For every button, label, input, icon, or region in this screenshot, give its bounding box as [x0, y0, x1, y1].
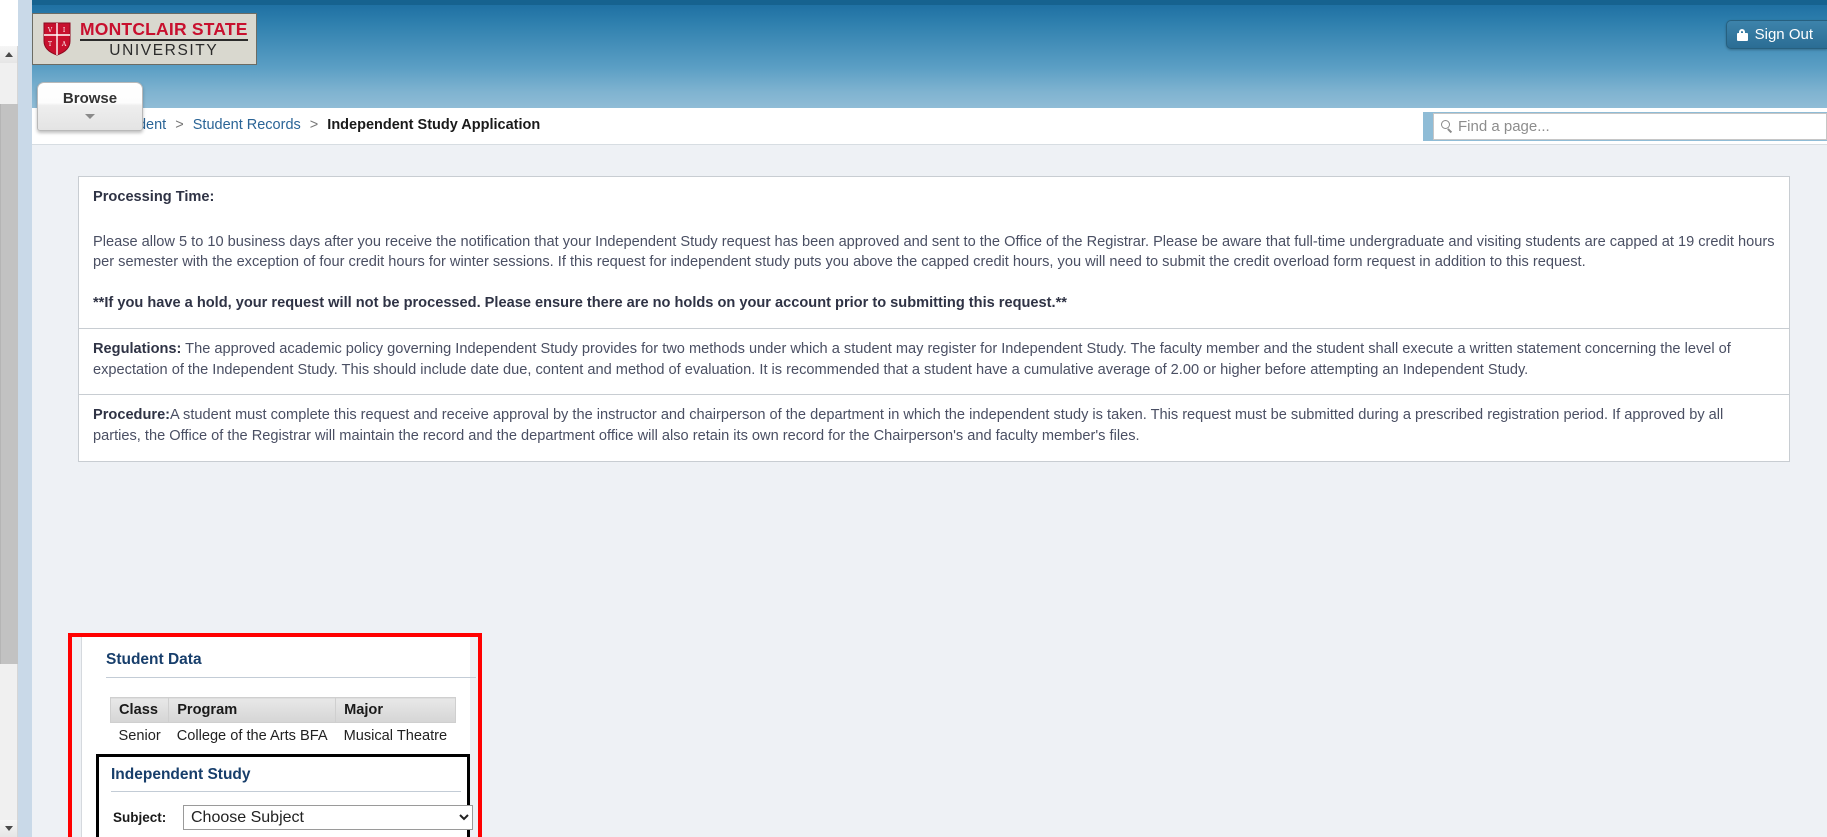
student-data-table: Class Program Major Senior College of th… — [109, 697, 456, 750]
browser-page: V I T A MONTCLAIR STATE UNIVERSITY Sign … — [0, 0, 1827, 837]
svg-text:A: A — [61, 41, 67, 48]
table-row: Senior College of the Arts BFA Musical T… — [111, 723, 456, 750]
procedure-paragraph: Procedure:A student must complete this r… — [93, 405, 1775, 446]
regulations-block: Regulations: The approved academic polic… — [79, 327, 1789, 394]
regulations-heading: Regulations: — [93, 340, 182, 357]
procedure-heading: Procedure: — [93, 407, 171, 424]
page-body: Processing Time: Please allow 5 to 10 bu… — [32, 145, 1827, 837]
sign-out-button[interactable]: Sign Out — [1725, 20, 1827, 49]
subject-select[interactable]: Choose Subject — [183, 805, 473, 830]
svg-text:T: T — [48, 41, 52, 48]
svg-text:V: V — [47, 27, 53, 34]
table-header-row: Class Program Major — [109, 697, 456, 723]
breadcrumb-separator: > — [309, 117, 319, 133]
caret-down-icon[interactable] — [85, 114, 95, 119]
breadcrumb-item-current: Independent Study Application — [327, 117, 541, 133]
processing-time-paragraph: Please allow 5 to 10 business days after… — [93, 233, 1775, 271]
sign-out-label: Sign Out — [1754, 26, 1813, 43]
breadcrumb-bar: Home > Student > Student Records > Indep… — [18, 108, 1827, 145]
regulations-paragraph: Regulations: The approved academic polic… — [93, 339, 1775, 380]
breadcrumb-separator: > — [175, 117, 184, 133]
hold-warning-note: **If you have a hold, your request will … — [93, 295, 1067, 312]
site-banner: V I T A MONTCLAIR STATE UNIVERSITY Sign … — [18, 0, 1827, 108]
lock-icon — [1736, 28, 1748, 41]
student-form-panel: Student Data Class Program Major Senior … — [81, 637, 476, 837]
column-header-major: Major — [335, 697, 456, 723]
processing-time-heading: Processing Time: — [93, 189, 215, 205]
cell-program: College of the Arts BFA — [176, 728, 328, 744]
search-placeholder: Find a page... — [1458, 118, 1550, 135]
find-page-container: Find a page... — [1423, 112, 1827, 141]
vertical-scrollbar[interactable] — [0, 46, 18, 837]
page-left-gutter — [18, 0, 32, 837]
independent-study-box: Independent Study Subject: Choose Subjec… — [96, 754, 473, 837]
subject-field-row: Subject: Choose Subject — [113, 805, 473, 830]
search-input[interactable]: Find a page... — [1433, 113, 1827, 140]
student-data-divider — [106, 677, 476, 678]
column-header-program: Program — [168, 697, 337, 723]
instructions-card: Processing Time: Please allow 5 to 10 bu… — [78, 176, 1790, 462]
cell-major: Musical Theatre — [343, 728, 448, 744]
browse-tab[interactable]: Browse — [37, 82, 143, 131]
logo-line-1: MONTCLAIR STATE — [80, 18, 248, 41]
university-logo[interactable]: V I T A MONTCLAIR STATE UNIVERSITY — [32, 13, 257, 65]
regulations-text: The approved academic policy governing I… — [93, 340, 1731, 378]
browse-tab-label: Browse — [62, 90, 118, 107]
banner-top-band — [18, 0, 1827, 5]
scrollbar-thumb[interactable] — [0, 104, 18, 664]
scroll-up-arrow-icon[interactable] — [0, 46, 17, 63]
processing-time-block: Processing Time: Please allow 5 to 10 bu… — [79, 177, 1789, 328]
student-data-title: Student Data — [106, 651, 202, 668]
logo-line-2: UNIVERSITY — [109, 41, 219, 59]
logo-wordmark: MONTCLAIR STATE UNIVERSITY — [80, 20, 248, 59]
cell-class: Senior — [118, 728, 161, 744]
shield-crest-icon: V I T A — [43, 22, 71, 56]
subject-label: Subject: — [113, 810, 167, 825]
independent-study-title: Independent Study — [111, 766, 251, 783]
search-icon — [1440, 120, 1453, 133]
scroll-down-arrow-icon[interactable] — [0, 820, 17, 837]
independent-study-divider — [111, 791, 461, 792]
column-header-class: Class — [109, 697, 170, 723]
breadcrumb-item-student-records[interactable]: Student Records — [193, 117, 301, 133]
procedure-block: Procedure:A student must complete this r… — [79, 394, 1789, 460]
procedure-text: A student must complete this request and… — [93, 407, 1724, 445]
